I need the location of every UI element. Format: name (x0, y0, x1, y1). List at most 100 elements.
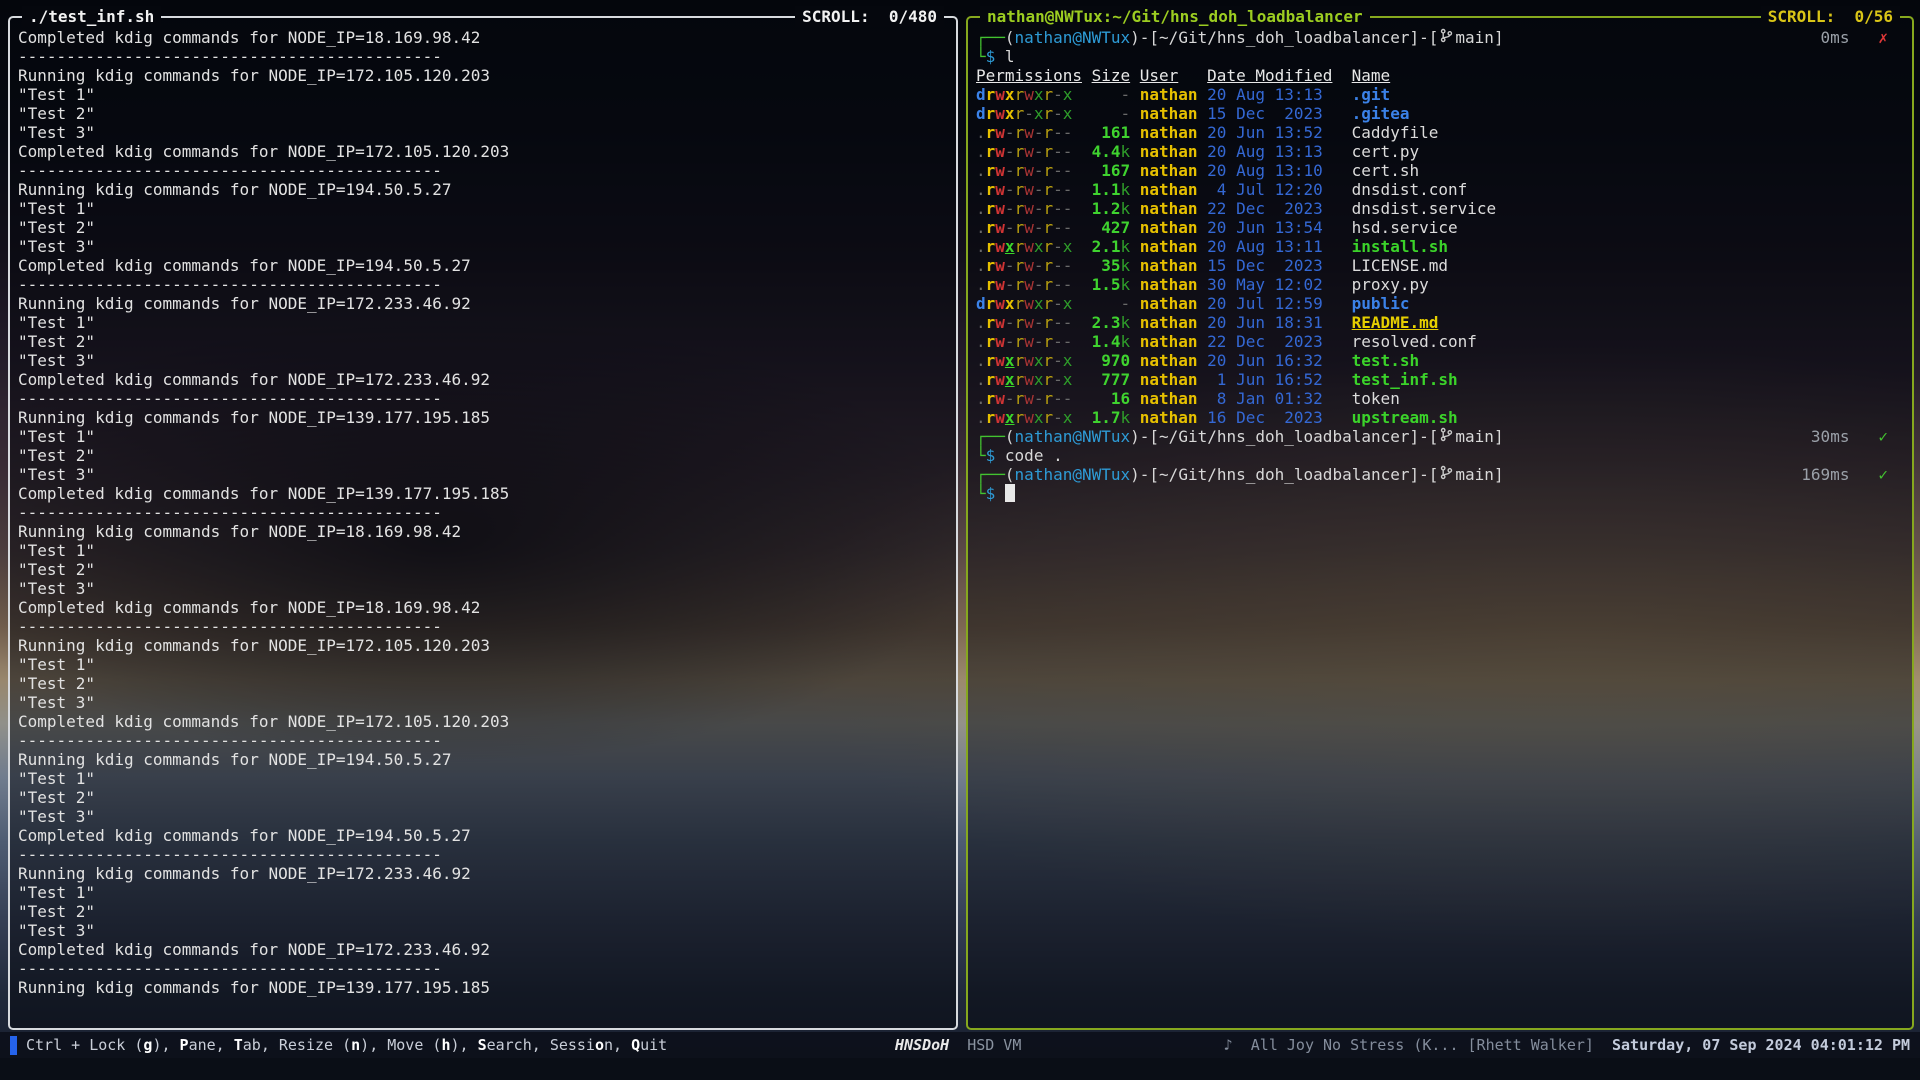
file-row: drwxr-xr-x-nathan15 Dec 2023.gitea (976, 104, 1906, 123)
terminal-line: "Test 2" (18, 560, 950, 579)
file-permissions: drwxrwxr-x (976, 294, 1092, 313)
file-name: test_inf.sh (1352, 370, 1458, 389)
command-status-icon: ✓ (1878, 427, 1888, 446)
file-date: 22 Dec 2023 (1207, 332, 1342, 351)
file-owner: nathan (1140, 123, 1198, 142)
file-permissions: .rw-rw-r-- (976, 123, 1092, 142)
command-text: l (995, 47, 1014, 66)
terminal-cursor (1005, 484, 1015, 502)
file-owner: nathan (1140, 332, 1198, 351)
file-name: hsd.service (1352, 218, 1458, 237)
terminal-line: "Test 1" (18, 541, 950, 560)
terminal-line: ----------------------------------------… (18, 731, 950, 750)
now-playing-text (1233, 1036, 1251, 1054)
file-owner: nathan (1140, 142, 1198, 161)
terminal-line: ----------------------------------------… (18, 845, 950, 864)
prompt-user-host: nathan@NWTux (1015, 427, 1131, 446)
file-size: 1.1k (1092, 180, 1131, 199)
file-row: drwxrwxr-x-nathan20 Aug 13:13.git (976, 85, 1906, 104)
file-owner: nathan (1140, 351, 1198, 370)
file-name: resolved.conf (1352, 332, 1477, 351)
file-date: 20 Jun 13:52 (1207, 123, 1342, 142)
git-branch-icon (1440, 427, 1453, 446)
file-row: .rw-rw-r--2.3knathan20 Jun 18:31README.m… (976, 313, 1906, 332)
file-size: 4.4k (1092, 142, 1131, 161)
file-owner: nathan (1140, 275, 1198, 294)
column-header: Date Modified (1207, 66, 1332, 85)
file-size: 427 (1092, 218, 1131, 237)
file-size: 1.5k (1092, 275, 1131, 294)
file-owner: nathan (1140, 313, 1198, 332)
file-row: .rw-rw-r--16nathan 8 Jan 01:32token (976, 389, 1906, 408)
terminal-line: "Test 3" (18, 123, 950, 142)
terminal-line: Running kdig commands for NODE_IP=172.10… (18, 66, 950, 85)
file-owner: nathan (1140, 199, 1198, 218)
file-owner: nathan (1140, 237, 1198, 256)
terminal-line: "Test 3" (18, 237, 950, 256)
terminal-line: "Test 2" (18, 446, 950, 465)
terminal-line: Running kdig commands for NODE_IP=194.50… (18, 180, 950, 199)
column-header: User (1140, 66, 1179, 85)
terminal-line: Completed kdig commands for NODE_IP=194.… (18, 826, 950, 845)
file-size: 1.7k (1092, 408, 1131, 427)
file-size: 167 (1092, 161, 1131, 180)
terminal-line: Completed kdig commands for NODE_IP=139.… (18, 484, 950, 503)
file-name: cert.sh (1352, 161, 1419, 180)
prompt-user-host: nathan@NWTux (1015, 28, 1131, 47)
file-name: cert.py (1352, 142, 1419, 161)
terminal-line: ----------------------------------------… (18, 275, 950, 294)
file-size: 161 (1092, 123, 1131, 142)
command-status-icon: ✗ (1878, 28, 1888, 47)
file-permissions: .rw-rw-r-- (976, 142, 1092, 161)
file-name: install.sh (1352, 237, 1448, 256)
tab-hsd-vm[interactable]: HSD VM (967, 1036, 1021, 1054)
file-owner: nathan (1140, 85, 1198, 104)
terminal-line: Running kdig commands for NODE_IP=172.23… (18, 864, 950, 883)
git-branch-icon (1440, 28, 1453, 47)
file-permissions: .rw-rw-r-- (976, 161, 1092, 180)
file-size: 1.4k (1092, 332, 1131, 351)
file-name: token (1352, 389, 1400, 408)
file-row: .rw-rw-r--1.2knathan22 Dec 2023dnsdist.s… (976, 199, 1906, 218)
command-status-icon: ✓ (1878, 465, 1888, 484)
file-name: .git (1352, 85, 1391, 104)
file-name: .gitea (1352, 104, 1410, 123)
file-permissions: drwxrwxr-x (976, 85, 1092, 104)
terminal-line: "Test 2" (18, 674, 950, 693)
terminal-line: Completed kdig commands for NODE_IP=172.… (18, 712, 950, 731)
left-terminal-pane[interactable]: ./test_inf.sh SCROLL: 0/480 Completed kd… (8, 16, 958, 1030)
file-row: .rwxrwxr-x777nathan 1 Jun 16:52test_inf.… (976, 370, 1906, 389)
command-text (995, 484, 1005, 503)
session-mode-indicator (10, 1036, 17, 1055)
terminal-line: Completed kdig commands for NODE_IP=172.… (18, 940, 950, 959)
terminal-line: "Test 1" (18, 427, 950, 446)
file-row: .rwxrwxr-x1.7knathan16 Dec 2023upstream.… (976, 408, 1906, 427)
file-owner: nathan (1140, 370, 1198, 389)
terminal-line: Completed kdig commands for NODE_IP=194.… (18, 256, 950, 275)
file-permissions: drwxr-xr-x (976, 104, 1092, 123)
terminal-line: Running kdig commands for NODE_IP=172.23… (18, 294, 950, 313)
terminal-line: "Test 3" (18, 465, 950, 484)
file-permissions: .rw-rw-r-- (976, 389, 1092, 408)
terminal-line: Running kdig commands for NODE_IP=172.10… (18, 636, 950, 655)
terminal-line: "Test 2" (18, 788, 950, 807)
file-name: upstream.sh (1352, 408, 1458, 427)
clock: Saturday, 07 Sep 2024 04:01:12 PM (1612, 1036, 1910, 1054)
file-permissions: .rwxrwxr-x (976, 237, 1092, 256)
file-date: 20 Aug 13:13 (1207, 142, 1342, 161)
tab-hnsdoh[interactable]: HNSDoH (895, 1036, 949, 1054)
file-date: 22 Dec 2023 (1207, 199, 1342, 218)
file-name: LICENSE.md (1352, 256, 1448, 275)
terminal-line: Completed kdig commands for NODE_IP=18.1… (18, 28, 950, 47)
right-terminal-pane[interactable]: nathan@NWTux:~/Git/hns_doh_loadbalancer … (966, 16, 1914, 1030)
file-row: .rw-rw-r--4.4k nathan 20 Aug 13:13 cert.py (976, 142, 1906, 161)
terminal-line: ----------------------------------------… (18, 389, 950, 408)
file-size: 1.2k (1092, 199, 1131, 218)
status-bar: Ctrl + Lock (g), Pane, Tab, Resize (n), … (0, 1032, 1920, 1058)
command-duration: 30ms (1811, 427, 1850, 446)
prompt-path: ~/Git/hns_doh_loadbalancer (1159, 28, 1409, 47)
terminal-line: "Test 1" (18, 769, 950, 788)
file-owner: nathan (1140, 161, 1198, 180)
file-row: .rw-rw-r--161nathan20 Jun 13:52Caddyfile (976, 123, 1906, 142)
terminal-line: ----------------------------------------… (18, 161, 950, 180)
